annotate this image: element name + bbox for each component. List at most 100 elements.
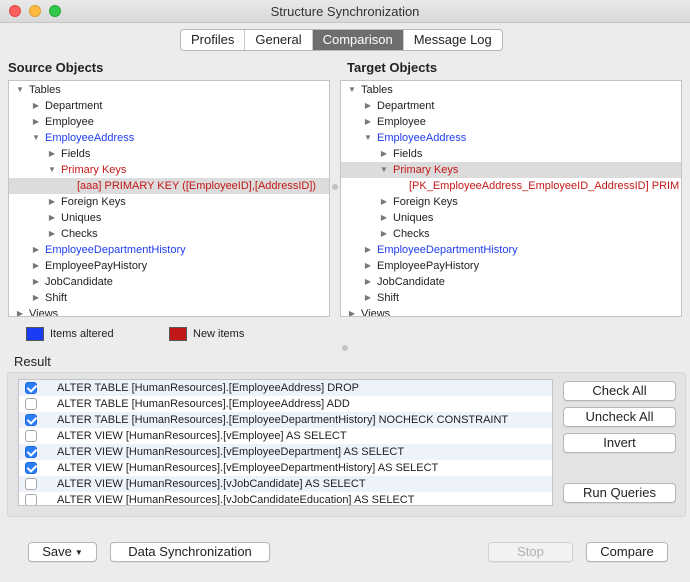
tree-row-jobcandidate[interactable]: ▶ JobCandidate (9, 274, 329, 290)
query-row[interactable]: ALTER VIEW [HumanResources].[vEmployee] … (19, 428, 552, 444)
tree-row-jobcandidate[interactable]: ▶ JobCandidate (341, 274, 681, 290)
save-button[interactable]: Save ▼ (28, 542, 97, 562)
query-row[interactable]: ALTER TABLE [HumanResources].[EmployeeDe… (19, 412, 552, 428)
chevron-right-icon[interactable]: ▶ (379, 194, 389, 210)
query-checkbox[interactable] (25, 478, 37, 490)
chevron-right-icon[interactable]: ▶ (379, 146, 389, 162)
chevron-right-icon[interactable]: ▶ (31, 290, 41, 306)
vertical-split-handle[interactable] (332, 184, 338, 190)
tree-label: Checks (61, 228, 98, 240)
window-title: Structure Synchronization (270, 4, 420, 19)
chevron-right-icon[interactable]: ▶ (31, 258, 41, 274)
tree-label: EmployeeAddress (377, 132, 467, 144)
chevron-right-icon[interactable]: ▶ (31, 114, 41, 130)
query-text: ALTER TABLE [HumanResources].[EmployeeDe… (57, 414, 509, 426)
tab-comparison[interactable]: Comparison (312, 30, 404, 50)
chevron-down-icon[interactable]: ▼ (15, 82, 25, 98)
items-altered-label: Items altered (50, 328, 114, 340)
tree-row-tables[interactable]: ▼ Tables (341, 82, 681, 98)
tab-general[interactable]: General (245, 30, 313, 50)
chevron-right-icon[interactable]: ▶ (31, 242, 41, 258)
stop-button[interactable]: Stop (488, 542, 573, 562)
tree-row-primary-key-item[interactable]: [PK_EmployeeAddress_EmployeeID_AddressID… (341, 178, 681, 194)
chevron-right-icon[interactable]: ▶ (31, 274, 41, 290)
chevron-right-icon[interactable]: ▶ (363, 242, 373, 258)
tree-row-foreign-keys[interactable]: ▶ Foreign Keys (341, 194, 681, 210)
tree-row-tables[interactable]: ▼ Tables (9, 82, 329, 98)
tree-row-primary-keys[interactable]: ▼ Primary Keys (9, 162, 329, 178)
query-checkbox[interactable] (25, 462, 37, 474)
chevron-down-icon[interactable]: ▼ (379, 162, 389, 178)
result-query-list[interactable]: ALTER TABLE [HumanResources].[EmployeeAd… (18, 379, 553, 506)
query-checkbox[interactable] (25, 430, 37, 442)
target-objects-tree[interactable]: ▼ Tables ▶ Department ▶ Employee ▼ Emplo… (340, 80, 682, 317)
tree-row-employee[interactable]: ▶ Employee (341, 114, 681, 130)
query-row[interactable]: ALTER TABLE [HumanResources].[EmployeeAd… (19, 380, 552, 396)
tree-row-department[interactable]: ▶ Department (9, 98, 329, 114)
chevron-down-icon[interactable]: ▼ (47, 162, 57, 178)
query-checkbox[interactable] (25, 382, 37, 394)
tree-row-employeepayhistory[interactable]: ▶ EmployeePayHistory (341, 258, 681, 274)
query-checkbox[interactable] (25, 398, 37, 410)
tree-row-department[interactable]: ▶ Department (341, 98, 681, 114)
chevron-right-icon[interactable]: ▶ (363, 290, 373, 306)
query-checkbox[interactable] (25, 414, 37, 426)
chevron-right-icon[interactable]: ▶ (15, 306, 25, 316)
tree-row-employeeaddress[interactable]: ▼ EmployeeAddress (341, 130, 681, 146)
invert-button[interactable]: Invert (563, 433, 676, 453)
tree-label: Primary Keys (61, 164, 127, 176)
tree-row-employeeaddress[interactable]: ▼ EmployeeAddress (9, 130, 329, 146)
tree-row-employeepayhistory[interactable]: ▶ EmployeePayHistory (9, 258, 329, 274)
query-row[interactable]: ALTER VIEW [HumanResources].[vJobCandida… (19, 492, 552, 505)
horizontal-split-handle[interactable] (342, 345, 348, 351)
query-checkbox[interactable] (25, 494, 37, 505)
tree-row-checks[interactable]: ▶ Checks (9, 226, 329, 242)
compare-button[interactable]: Compare (586, 542, 668, 562)
chevron-right-icon[interactable]: ▶ (47, 210, 57, 226)
tree-row-shift[interactable]: ▶ Shift (341, 290, 681, 306)
chevron-right-icon[interactable]: ▶ (47, 194, 57, 210)
tree-row-views[interactable]: ▶ Views (9, 306, 329, 317)
chevron-down-icon[interactable]: ▼ (347, 82, 357, 98)
tree-label: Views (29, 308, 59, 317)
tree-row-fields[interactable]: ▶ Fields (341, 146, 681, 162)
chevron-right-icon[interactable]: ▶ (47, 226, 57, 242)
tree-row-shift[interactable]: ▶ Shift (9, 290, 329, 306)
chevron-right-icon[interactable]: ▶ (379, 210, 389, 226)
tree-row-views[interactable]: ▶ Views (341, 306, 681, 316)
tab-profiles[interactable]: Profiles (181, 30, 246, 50)
query-checkbox[interactable] (25, 446, 37, 458)
tree-row-employee[interactable]: ▶ Employee (9, 114, 329, 130)
chevron-right-icon[interactable]: ▶ (347, 306, 357, 316)
chevron-right-icon[interactable]: ▶ (363, 258, 373, 274)
chevron-right-icon[interactable]: ▶ (31, 98, 41, 114)
tree-label: Shift (377, 292, 400, 304)
query-row[interactable]: ALTER VIEW [HumanResources].[vEmployeeDe… (19, 460, 552, 476)
chevron-right-icon[interactable]: ▶ (363, 98, 373, 114)
chevron-down-icon[interactable]: ▼ (363, 130, 373, 146)
tree-row-uniques[interactable]: ▶ Uniques (341, 210, 681, 226)
tree-row-checks[interactable]: ▶ Checks (341, 226, 681, 242)
query-row[interactable]: ALTER VIEW [HumanResources].[vJobCandida… (19, 476, 552, 492)
tree-row-primary-keys[interactable]: ▼ Primary Keys (341, 162, 681, 178)
tree-row-fields[interactable]: ▶ Fields (9, 146, 329, 162)
tree-label: Primary Keys (393, 164, 459, 176)
run-queries-button[interactable]: Run Queries (563, 483, 676, 503)
tree-row-foreign-keys[interactable]: ▶ Foreign Keys (9, 194, 329, 210)
tree-row-primary-key-item[interactable]: [aaa] PRIMARY KEY ([EmployeeID],[Address… (9, 178, 329, 194)
tree-row-uniques[interactable]: ▶ Uniques (9, 210, 329, 226)
source-objects-tree[interactable]: ▼ Tables ▶ Department ▶ Employee ▼ Emplo… (8, 80, 330, 317)
query-row[interactable]: ALTER TABLE [HumanResources].[EmployeeAd… (19, 396, 552, 412)
check-all-button[interactable]: Check All (563, 381, 676, 401)
uncheck-all-button[interactable]: Uncheck All (563, 407, 676, 427)
tree-row-employeedepartmenthistory[interactable]: ▶ EmployeeDepartmentHistory (9, 242, 329, 258)
tree-row-employeedepartmenthistory[interactable]: ▶ EmployeeDepartmentHistory (341, 242, 681, 258)
chevron-down-icon[interactable]: ▼ (31, 130, 41, 146)
chevron-right-icon[interactable]: ▶ (363, 114, 373, 130)
chevron-right-icon[interactable]: ▶ (379, 226, 389, 242)
data-synchronization-button[interactable]: Data Synchronization (110, 542, 270, 562)
tab-message-log[interactable]: Message Log (404, 30, 502, 50)
chevron-right-icon[interactable]: ▶ (47, 146, 57, 162)
query-row[interactable]: ALTER VIEW [HumanResources].[vEmployeeDe… (19, 444, 552, 460)
chevron-right-icon[interactable]: ▶ (363, 274, 373, 290)
